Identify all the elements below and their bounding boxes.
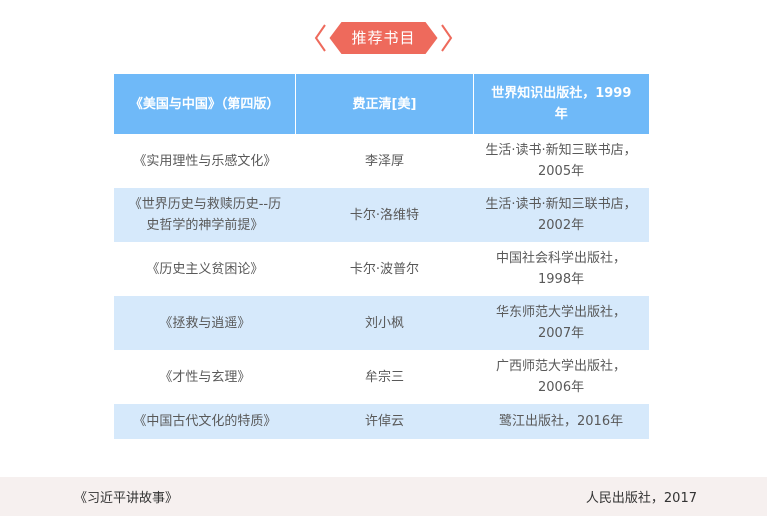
publisher-cell: 中国社会科学出版社，1998年 [496, 251, 627, 287]
section-title: 推荐书目 [0, 21, 767, 55]
book-title-cell: 《中国古代文化的特质》 [114, 404, 296, 439]
right-chevron-icon [440, 24, 452, 52]
book-title-cell: 《历史主义贫困论》 [146, 261, 264, 277]
header-cell-title: 《美国与中国》（第四版） [114, 74, 297, 134]
author-cell: 许倬云 [295, 404, 474, 439]
table-row: 《实用理性与乐感文化》 李泽厚 生活·读书·新知三联书店，2005年 [114, 134, 649, 188]
book-title-cell: 《拯救与逍遥》 [114, 296, 296, 350]
publisher-cell: 华东师范大学出版社，2007年 [473, 296, 649, 350]
table-row: 《历史主义贫困论》 卡尔·波普尔 中国社会科学出版社，1998年 [114, 242, 649, 296]
table-row: 《才性与玄理》 牟宗三 广西师范大学出版社，2006年 [114, 350, 649, 404]
table-row: 《世界历史与救赎历史--历史哲学的神学前提》 卡尔·洛维特 生活·读书·新知三联… [114, 188, 649, 242]
author-cell: 刘小枫 [295, 296, 474, 350]
table-row: 《中国古代文化的特质》 许倬云 鹭江出版社，2016年 [114, 404, 649, 439]
table-row: 《拯救与逍遥》 刘小枫 华东师范大学出版社，2007年 [114, 296, 649, 350]
footer-publisher: 人民出版社，2017 [585, 491, 697, 506]
author-cell: 卡尔·洛维特 [295, 188, 474, 242]
publisher-cell: 鹭江出版社，2016年 [473, 404, 649, 439]
book-title-cell: 《才性与玄理》 [159, 369, 251, 385]
footer-book-title: 《习近平讲故事》 [74, 491, 179, 506]
publisher-cell: 广西师范大学出版社，2006年 [496, 359, 627, 395]
author-cell: 李泽厚 [364, 153, 404, 169]
book-list-table: 《美国与中国》（第四版） 费正清[美] 世界知识出版社，1999年 《实用理性与… [114, 74, 649, 439]
left-chevron-icon [315, 24, 327, 52]
footer-bar: 《习近平讲故事》 人民出版社，2017 [0, 477, 767, 516]
header-cell-publisher: 世界知识出版社，1999年 [473, 74, 649, 134]
publisher-cell: 生活·读书·新知三联书店，2002年 [473, 188, 649, 242]
author-cell: 牟宗三 [364, 369, 404, 385]
publisher-cell: 生活·读书·新知三联书店，2005年 [485, 143, 637, 179]
author-cell: 卡尔·波普尔 [349, 261, 420, 277]
book-title-cell: 《世界历史与救赎历史--历史哲学的神学前提》 [114, 188, 296, 242]
header-cell-author: 费正清[美] [295, 74, 474, 134]
table-header-row: 《美国与中国》（第四版） 费正清[美] 世界知识出版社，1999年 [114, 74, 649, 134]
title-badge: 推荐书目 [329, 22, 437, 54]
book-title-cell: 《实用理性与乐感文化》 [133, 153, 277, 169]
